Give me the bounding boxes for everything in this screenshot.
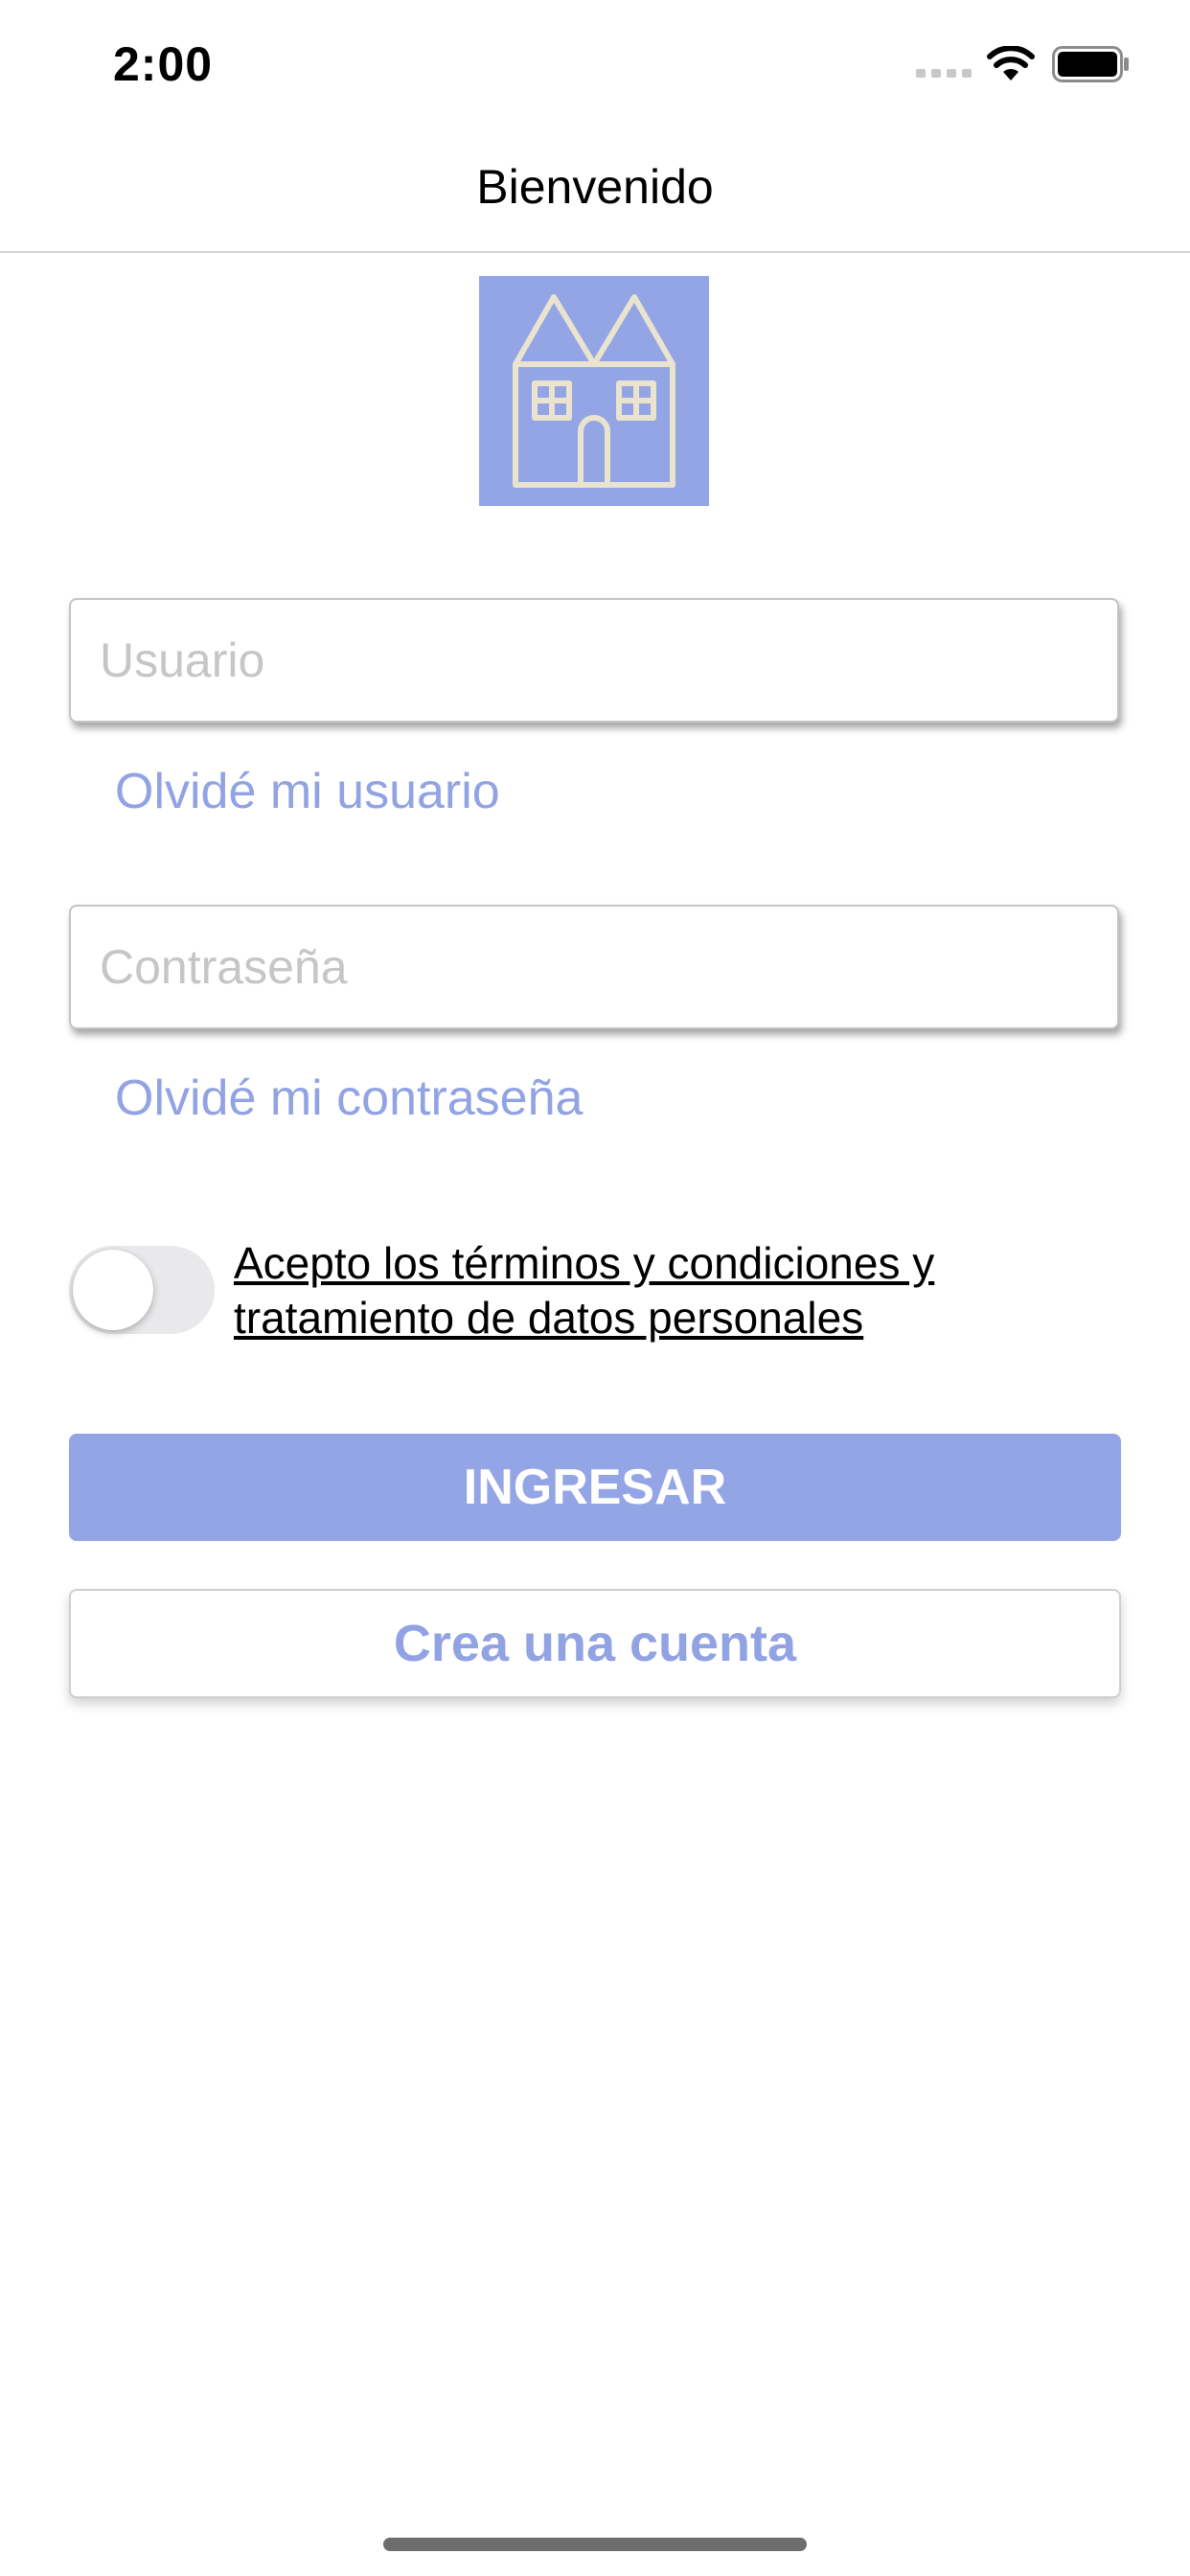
navigation-bar: Bienvenido bbox=[0, 126, 1190, 253]
password-input[interactable] bbox=[69, 905, 1119, 1029]
toggle-knob bbox=[73, 1250, 153, 1330]
username-input[interactable] bbox=[69, 598, 1119, 723]
create-account-button[interactable]: Crea una cuenta bbox=[69, 1589, 1121, 1698]
page-title: Bienvenido bbox=[476, 160, 714, 214]
status-bar: 2:00 bbox=[0, 0, 1190, 126]
signal-icon bbox=[916, 69, 972, 78]
terms-toggle[interactable] bbox=[69, 1246, 215, 1334]
terms-label-line2: tratamiento de datos personales bbox=[234, 1293, 864, 1343]
house-icon bbox=[513, 294, 675, 488]
home-indicator bbox=[383, 2538, 807, 2551]
forgot-password-link[interactable]: Olvidé mi contraseña bbox=[115, 1070, 583, 1127]
terms-label-line1: Acepto los términos y condiciones y bbox=[234, 1238, 935, 1288]
status-time: 2:00 bbox=[113, 37, 214, 91]
login-button[interactable]: INGRESAR bbox=[69, 1434, 1121, 1541]
forgot-username-link[interactable]: Olvidé mi usuario bbox=[115, 763, 500, 820]
wifi-icon bbox=[987, 46, 1035, 80]
battery-icon bbox=[1052, 46, 1129, 82]
terms-link[interactable]: Acepto los términos y condiciones y trat… bbox=[234, 1236, 1077, 1346]
app-logo bbox=[479, 276, 709, 506]
